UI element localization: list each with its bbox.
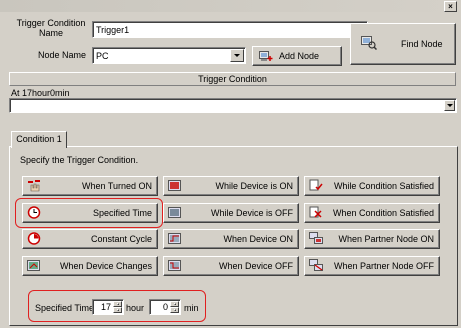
device-on-icon xyxy=(168,180,181,191)
selected-condition-highlight xyxy=(15,198,163,228)
trigger-name-value: Trigger1 xyxy=(96,25,130,35)
add-node-button[interactable]: Add Node xyxy=(252,46,342,66)
condition-constant-cycle-button[interactable]: Constant Cycle xyxy=(22,229,158,249)
add-node-icon xyxy=(259,51,273,61)
chevron-down-icon[interactable] xyxy=(444,100,455,111)
find-node-icon xyxy=(361,36,377,50)
node-name-label: Node Name xyxy=(38,50,87,60)
condition-while-condition-satisfied-button[interactable]: While Condition Satisfied xyxy=(304,176,440,196)
find-node-label: Find Node xyxy=(401,39,443,49)
condition-label: Constant Cycle xyxy=(90,234,152,244)
close-button[interactable]: × xyxy=(444,1,457,12)
specified-time-label: Specified Time xyxy=(35,303,95,313)
hand-switch-icon xyxy=(28,180,40,192)
hour-unit-label: hour xyxy=(126,303,145,313)
condition-label: When Device Changes xyxy=(59,261,152,271)
condition-label: While Device is ON xyxy=(215,181,293,191)
condition-when-turned-on-button[interactable]: When Turned ON xyxy=(22,176,158,196)
condition-label: When Partner Node OFF xyxy=(333,261,434,271)
condition-when-device-changes-button[interactable]: When Device Changes xyxy=(22,256,158,276)
minute-unit-label: min xyxy=(184,303,199,313)
tab-condition-1[interactable]: Condition 1 xyxy=(11,131,67,148)
partner-node-off-icon xyxy=(309,259,323,271)
device-fall-icon xyxy=(168,260,181,271)
condition-label: When Condition Satisfied xyxy=(332,208,434,218)
device-rise-icon xyxy=(168,233,181,244)
chevron-down-icon[interactable] xyxy=(230,49,244,62)
node-name-value: PC xyxy=(96,51,109,61)
trigger-name-label: Trigger Condition Name xyxy=(16,18,86,38)
device-change-icon xyxy=(27,260,40,271)
condition-label: When Device OFF xyxy=(218,261,293,271)
condition-when-partner-node-on-button[interactable]: When Partner Node ON xyxy=(304,229,440,249)
title-bar: × xyxy=(0,0,461,12)
trigger-condition-header: Trigger Condition xyxy=(9,72,456,86)
condition-label: When Partner Node ON xyxy=(338,234,434,244)
instruction-text: Specify the Trigger Condition. xyxy=(20,155,139,165)
minute-spinner[interactable]: 0 xyxy=(149,299,181,315)
partner-node-on-icon xyxy=(309,232,323,244)
device-off-icon xyxy=(168,207,181,218)
condition-while-device-is-on-button[interactable]: While Device is ON xyxy=(163,176,299,196)
condition-label: When Turned ON xyxy=(81,181,152,191)
spin-down-icon[interactable] xyxy=(113,307,122,313)
condition-check-icon xyxy=(309,179,323,191)
find-node-button[interactable]: Find Node xyxy=(350,23,456,65)
trigger-name-input[interactable]: Trigger1 xyxy=(92,21,368,38)
condition-when-partner-node-off-button[interactable]: When Partner Node OFF xyxy=(304,256,440,276)
condition-while-device-is-off-button[interactable]: While Device is OFF xyxy=(163,203,299,223)
cycle-clock-icon xyxy=(27,232,41,245)
minute-value: 0 xyxy=(162,302,168,312)
hour-spinner[interactable]: 17 xyxy=(92,299,124,315)
condition-trigger-icon xyxy=(309,206,322,218)
condition-when-condition-satisfied-button[interactable]: When Condition Satisfied xyxy=(304,203,440,223)
condition-when-device-off-button[interactable]: When Device OFF xyxy=(163,256,299,276)
add-node-label: Add Node xyxy=(279,51,320,61)
condition-label: While Device is OFF xyxy=(210,208,293,218)
node-name-select[interactable]: PC xyxy=(92,47,246,64)
hour-value: 17 xyxy=(100,302,111,312)
condition-when-device-on-button[interactable]: When Device ON xyxy=(163,229,299,249)
condition-label: While Condition Satisfied xyxy=(333,181,434,191)
spin-down-icon[interactable] xyxy=(170,307,179,313)
trigger-condition-combo[interactable] xyxy=(9,98,457,113)
trigger-condition-summary: At 17hour0min xyxy=(11,88,70,98)
condition-label: When Device ON xyxy=(223,234,293,244)
